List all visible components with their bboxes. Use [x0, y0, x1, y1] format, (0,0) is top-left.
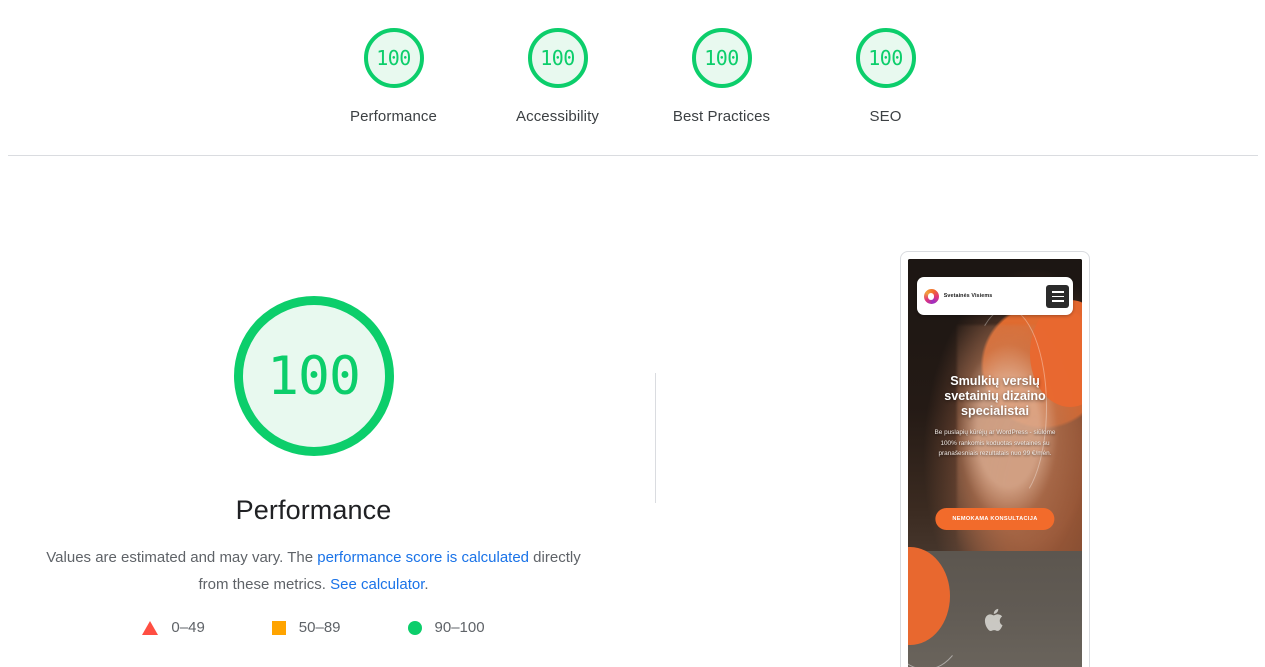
legend-range-label: 90–100: [434, 619, 485, 636]
score-legend: 0–49 50–89 90–100: [142, 619, 485, 636]
site-navbar: Svetainės Visiems: [916, 277, 1074, 316]
gauge-label: Accessibility: [516, 108, 599, 125]
legend-range-label: 0–49: [171, 619, 205, 636]
circle-swatch-icon: [407, 620, 422, 635]
screenshot-viewport: Svetainės Visiems Smulkių verslų svetain…: [908, 259, 1082, 667]
hero-paragraph-line-1: Be puslapių kūrėjų ar WordPress - siūlom…: [934, 429, 1056, 437]
hero-heading: Smulkių verslų svetainių dizaino special…: [915, 374, 1075, 419]
hero-heading-line-3: specialistai: [961, 404, 1029, 419]
summary-gauges-strip: 100 Performance 100 Accessibility 100 Be…: [0, 0, 1265, 155]
apple-logo-icon: [984, 608, 1003, 632]
performance-score-calculated-link[interactable]: performance score is calculated: [317, 549, 529, 566]
description-text-3: .: [424, 576, 429, 593]
score-gauge-icon: 100: [363, 28, 424, 88]
score-description: Values are estimated and may vary. The p…: [34, 544, 594, 598]
summary-gauge-best-practices[interactable]: 100 Best Practices: [640, 28, 804, 125]
gauge-score-value: 100: [868, 46, 903, 70]
summary-gauge-performance[interactable]: 100 Performance: [312, 28, 476, 125]
score-gauge-icon: 100: [855, 28, 916, 88]
hamburger-icon: [1046, 284, 1070, 308]
gauge-score-value: 100: [540, 46, 575, 70]
see-calculator-link[interactable]: See calculator: [330, 576, 424, 593]
gauge-score-value: 100: [704, 46, 739, 70]
gauge-label: Best Practices: [672, 108, 771, 125]
page-title: Performance: [235, 495, 392, 525]
hamburger-line: [1051, 300, 1064, 302]
pagespeed-report-root: 100 Performance 100 Accessibility 100 Be…: [0, 0, 1265, 667]
performance-score-value: 100: [267, 345, 361, 407]
score-gauge-icon: 100: [691, 28, 752, 88]
final-screenshot-thumbnail[interactable]: Svetainės Visiems Smulkių verslų svetain…: [900, 251, 1090, 667]
hero-heading-line-1: Smulkių verslų: [950, 374, 1040, 389]
performance-detail-section: 100 Performance Values are estimated and…: [0, 156, 1265, 667]
hero-copy: Smulkių verslų svetainių dizaino special…: [915, 374, 1075, 460]
brand-swirl-logo-icon: [923, 288, 939, 304]
hero-cta-button: NEMOKAMA KONSULTACIJA: [935, 507, 1055, 530]
brand-name-label: Svetainės Visiems: [943, 293, 993, 300]
square-swatch-icon: [271, 620, 286, 635]
site-brand: Svetainės Visiems: [923, 288, 993, 304]
score-block: 100 Performance Values are estimated and…: [0, 156, 627, 667]
hero-paragraph: Be puslapių kūrėjų ar WordPress - siūlom…: [915, 428, 1075, 460]
hero-heading-line-2: svetainių dizaino: [944, 389, 1046, 404]
description-text-1: Values are estimated and may vary. The: [46, 549, 318, 566]
gauge-score-value: 100: [376, 46, 411, 70]
hamburger-line: [1051, 295, 1064, 298]
legend-item-average: 50–89: [271, 619, 341, 636]
gauge-label: SEO: [869, 108, 902, 125]
summary-gauge-accessibility[interactable]: 100 Accessibility: [476, 28, 640, 125]
performance-score-gauge[interactable]: 100: [233, 296, 394, 456]
hero-paragraph-line-2: 100% rankomis koduotas svetaines su: [940, 439, 1050, 447]
hamburger-line: [1051, 290, 1064, 293]
hero-paragraph-line-3: pranašesniais rezultatais nuo 99 €/mėn.: [938, 450, 1052, 458]
triangle-swatch-icon: [142, 620, 159, 635]
gauge-label: Performance: [350, 108, 437, 125]
vertical-divider: [655, 373, 656, 503]
summary-gauge-seo[interactable]: 100 SEO: [804, 28, 968, 125]
score-gauge-icon: 100: [527, 28, 588, 88]
legend-item-pass: 90–100: [407, 619, 485, 636]
summary-gauges-row: 100 Performance 100 Accessibility 100 Be…: [312, 0, 968, 125]
legend-range-label: 50–89: [298, 619, 341, 636]
legend-item-fail: 0–49: [142, 619, 205, 636]
